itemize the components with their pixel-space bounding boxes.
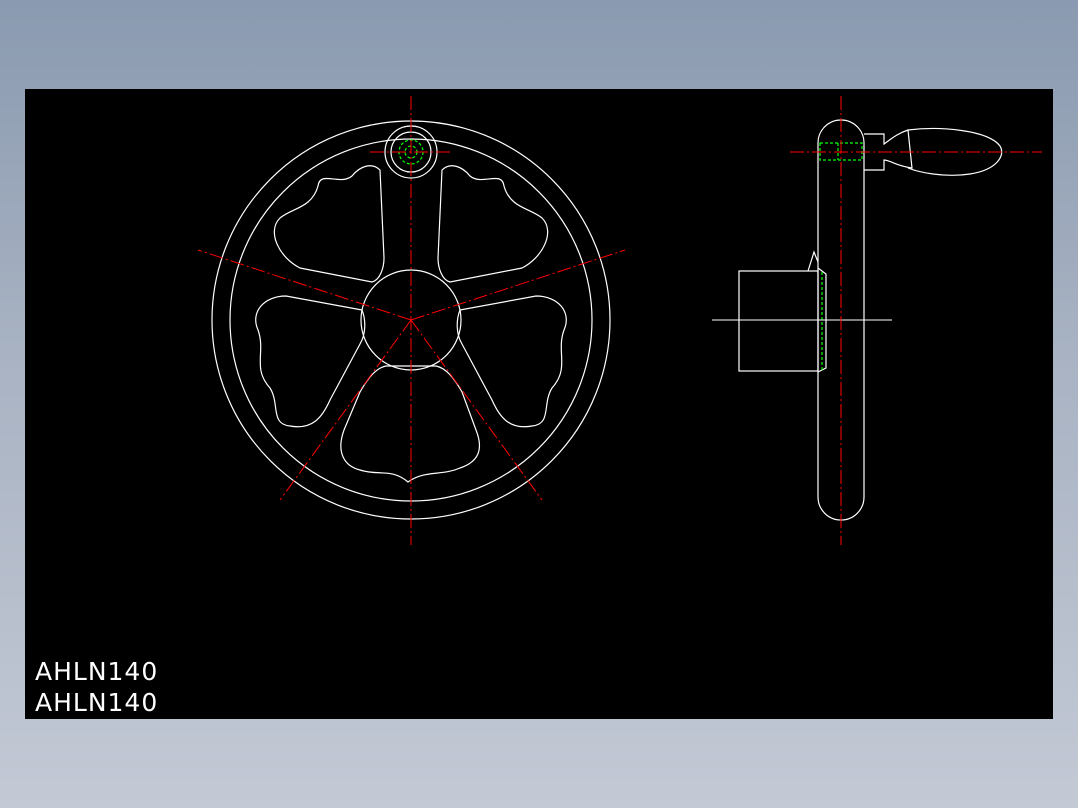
spoke-window-bottom	[340, 365, 481, 483]
handle-neck	[864, 129, 913, 171]
spoke-centerline-lower-left	[279, 319, 412, 501]
cad-drawing	[197, 96, 1042, 545]
hub-flange	[807, 250, 827, 373]
spoke-centerline-right	[410, 249, 626, 321]
spoke-window-upper-right	[437, 165, 549, 283]
spoke-window-left	[255, 295, 366, 428]
cad-viewport[interactable]: AHLN140 AHLN140	[25, 89, 1053, 719]
hub-side-block	[738, 270, 819, 372]
front-view-centerlines	[197, 96, 626, 545]
drawing-label-2: AHLN140	[35, 688, 159, 717]
spoke-window-upper-left	[273, 165, 385, 283]
spoke-window-right	[456, 295, 567, 428]
spoke-centerline-lower-right	[410, 319, 543, 501]
drawing-label-1: AHLN140	[35, 657, 159, 686]
